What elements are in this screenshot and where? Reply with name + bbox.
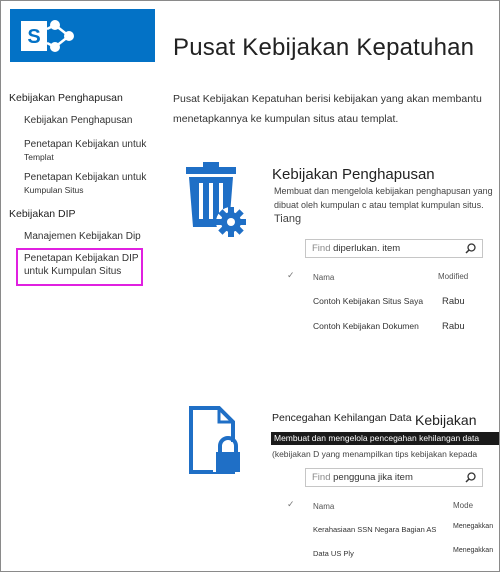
- nav-group-dlp[interactable]: Kebijakan DIP: [9, 208, 76, 221]
- nav-item-label: Templat: [24, 152, 54, 162]
- document-lock-icon: [189, 406, 243, 474]
- deletion-section-description: Membuat dan mengelola kebijakan penghapu…: [274, 184, 493, 226]
- deletion-search-input[interactable]: Find diperlukan. item: [305, 239, 483, 258]
- list-item-modified: Rabu: [442, 296, 465, 307]
- description-line: Membuat dan mengelola kebijakan penghapu…: [274, 186, 493, 196]
- list-item-name[interactable]: Contoh Kebijakan Dokumen: [313, 321, 419, 331]
- svg-text:S: S: [27, 26, 40, 48]
- search-value: diperlukan. item: [333, 243, 401, 254]
- dlp-description-highlight: Membuat dan mengelola pencegahan kehilan…: [271, 432, 499, 445]
- sharepoint-logo-icon: S: [21, 20, 74, 52]
- sharepoint-logo[interactable]: S: [10, 9, 155, 62]
- search-text: Find diperlukan. item: [312, 243, 400, 254]
- intro-text: Pusat Kebijakan Kepatuhan berisi kebijak…: [173, 89, 499, 129]
- page-frame: S Pusat Kebijakan Kepatuhan Kebijakan Pe…: [0, 0, 500, 572]
- nav-item-deletion-policies[interactable]: Kebijakan Penghapusan: [24, 114, 132, 127]
- list-item-name[interactable]: Data US Ply: [313, 549, 354, 558]
- nav-item-dlp-site-collection[interactable]: Penetapan Kebijakan DIP untuk Kumpulan S…: [24, 252, 139, 278]
- trash-gear-icon: [186, 162, 246, 237]
- dlp-section-title-suffix: Kebijakan: [415, 412, 477, 428]
- search-icon[interactable]: [465, 472, 476, 483]
- nav-item-label: Kumpulan Situs: [24, 185, 84, 195]
- search-placeholder: Find: [312, 472, 331, 483]
- search-placeholder: Find: [312, 243, 331, 254]
- column-header-name[interactable]: Nama: [313, 502, 334, 511]
- deletion-section-title[interactable]: Kebijakan Penghapusan: [272, 166, 435, 183]
- nav-item-site-collection-assignment[interactable]: Penetapan Kebijakan untuk Kumpulan Situs: [24, 171, 146, 197]
- list-item-modified: Rabu: [442, 321, 465, 332]
- column-header-modified[interactable]: Modified: [438, 272, 468, 281]
- nav-item-label: Penetapan Kebijakan untuk: [24, 172, 147, 183]
- description-line: Tiang: [274, 213, 302, 225]
- list-item-mode: Menegakkan: [453, 547, 494, 554]
- nav-item-dlp-management[interactable]: Manajemen Kebijakan Dip: [24, 230, 141, 243]
- list-item-name[interactable]: Kerahasiaan SSN Negara Bagian AS: [313, 525, 436, 534]
- description-line: dibuat oleh kumpulan c atau templat kump…: [274, 200, 484, 210]
- search-icon[interactable]: [465, 243, 476, 254]
- description-line: Membuat dan mengelola pencegahan kehilan…: [274, 433, 480, 443]
- nav-item-label: Penetapan Kebijakan DIP: [24, 253, 139, 264]
- search-value: pengguna jika item: [333, 472, 413, 483]
- dlp-section-title[interactable]: Pencegahan Kehilangan Data: [272, 412, 412, 424]
- nav-item-template-assignment[interactable]: Penetapan Kebijakan untuk Templat: [24, 138, 146, 164]
- column-header-mode[interactable]: Mode: [453, 501, 473, 510]
- search-text: Find pengguna jika item: [312, 472, 413, 483]
- nav-item-label: Penetapan Kebijakan untuk: [24, 139, 147, 150]
- nav-group-deletion[interactable]: Kebijakan Penghapusan: [9, 92, 123, 105]
- intro-line: Pusat Kebijakan Kepatuhan berisi kebijak…: [173, 93, 482, 105]
- list-item-mode: Menegakkan: [453, 523, 494, 530]
- intro-line: menetapkannya ke kumpulan situs atau tem…: [173, 113, 399, 125]
- dlp-search-input[interactable]: Find pengguna jika item: [305, 468, 483, 487]
- list-item-name[interactable]: Contoh Kebijakan Situs Saya: [313, 296, 423, 306]
- page-title: Pusat Kebijakan Kepatuhan: [173, 34, 475, 61]
- dlp-section-description: (kebijakan D yang menampilkan tips kebij…: [272, 449, 478, 459]
- check-icon[interactable]: ✓: [287, 270, 295, 281]
- nav-item-label: untuk Kumpulan Situs: [24, 266, 122, 277]
- column-header-name[interactable]: Nama: [313, 273, 334, 282]
- check-icon[interactable]: ✓: [287, 499, 295, 510]
